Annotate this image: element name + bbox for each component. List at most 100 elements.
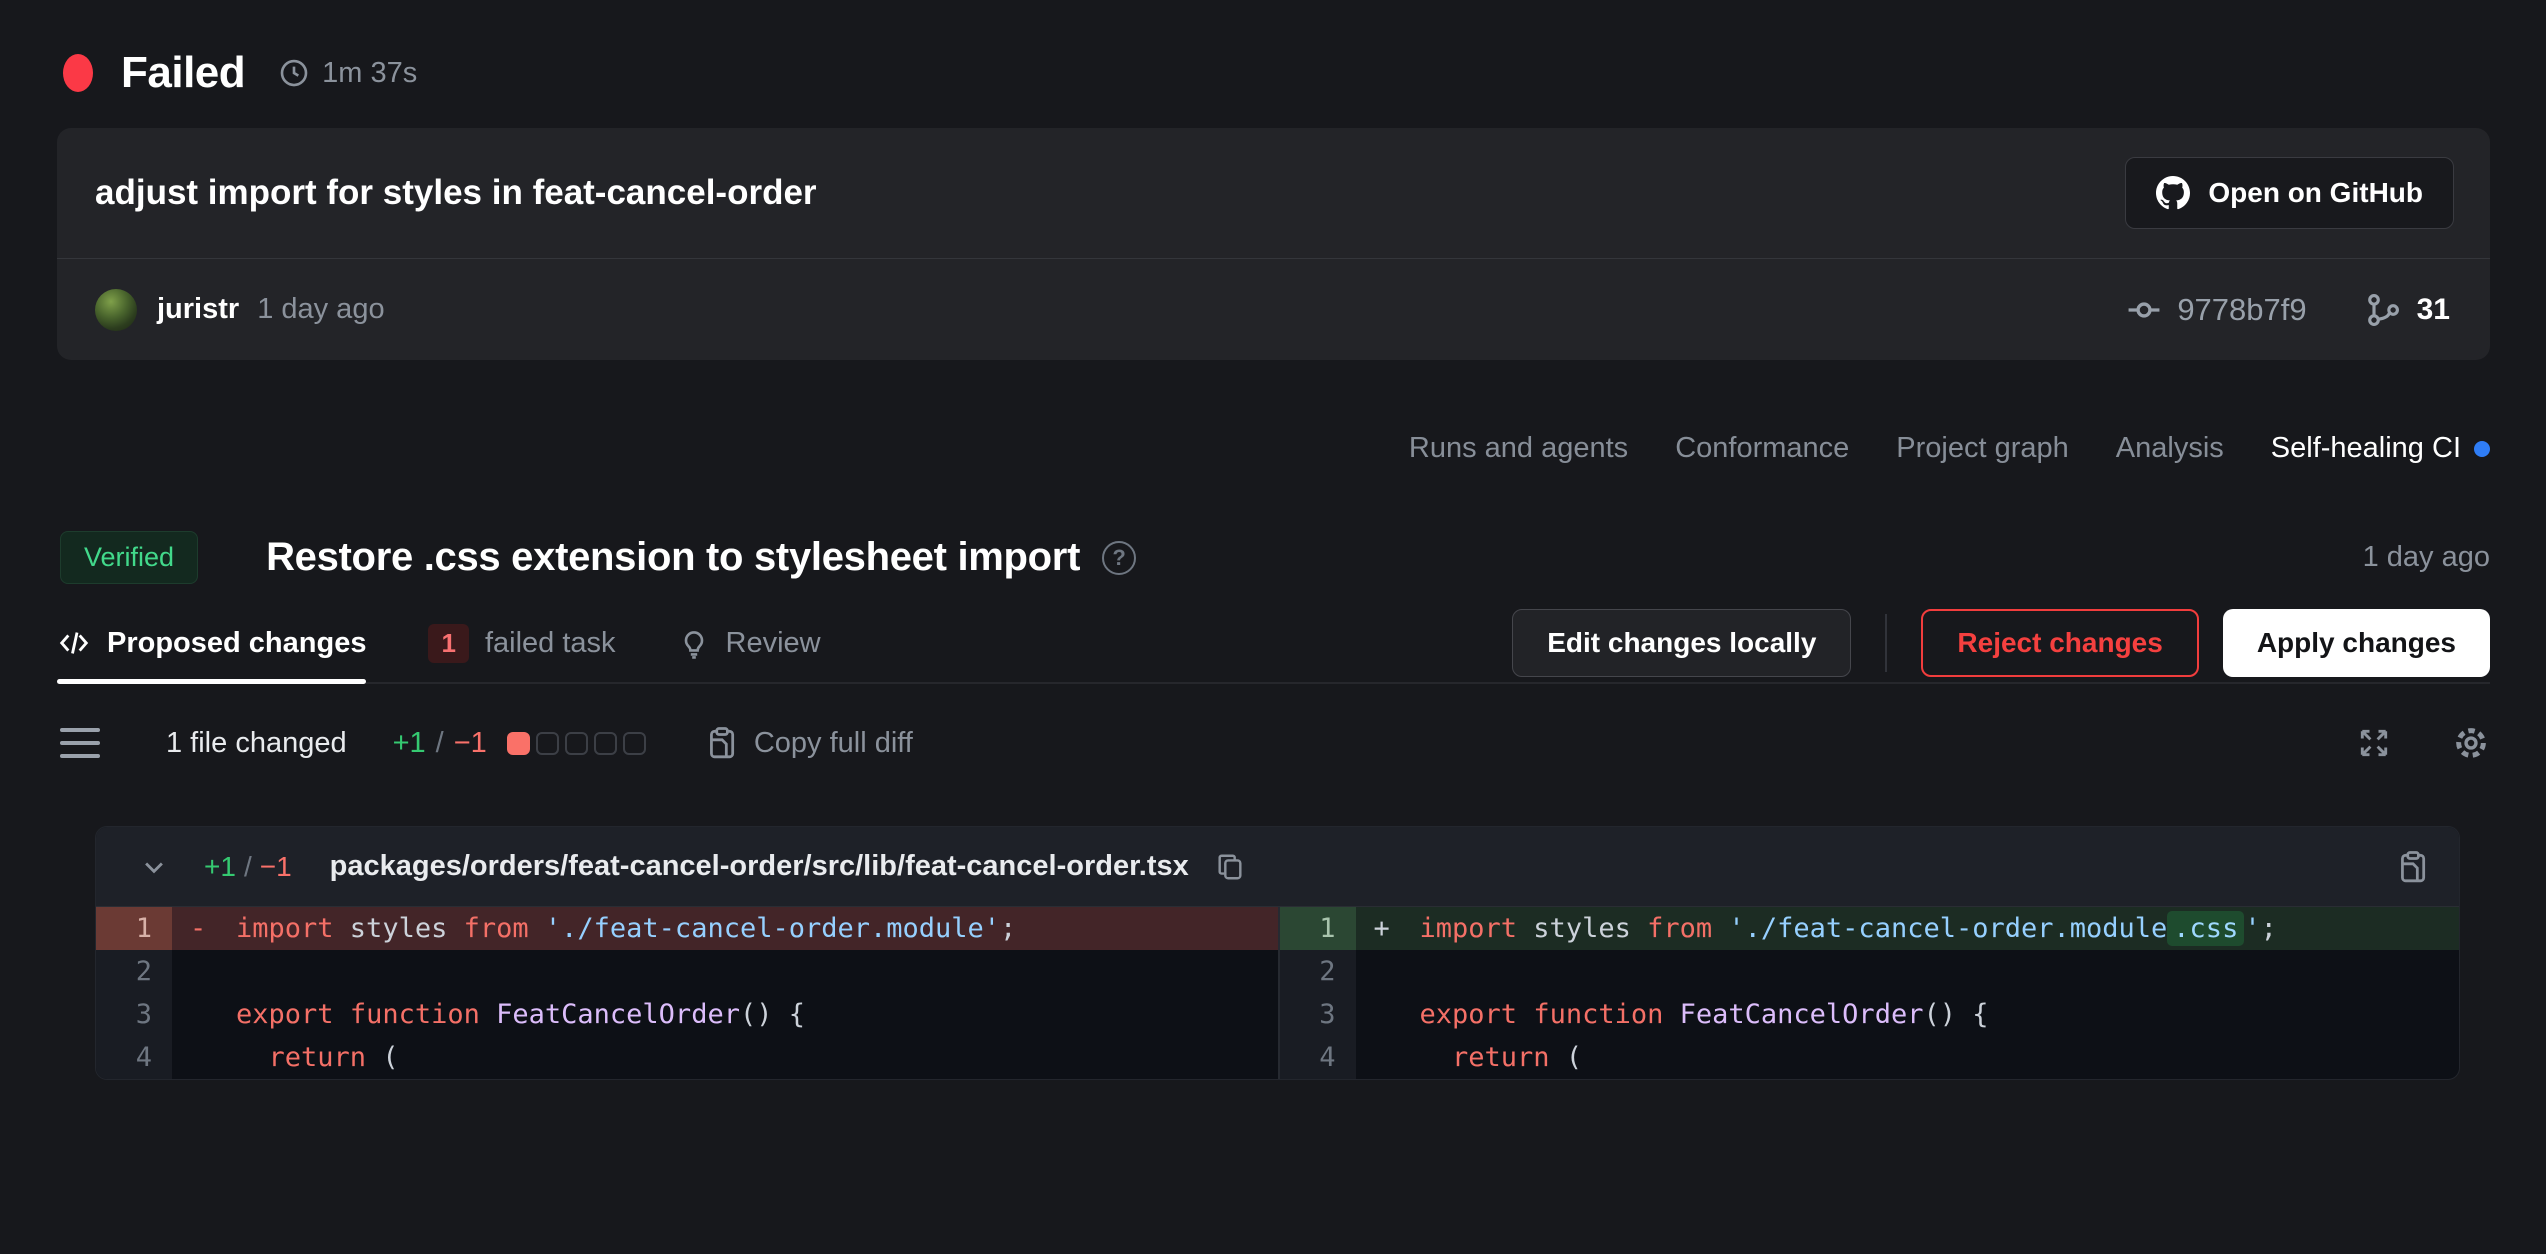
diff-line: 4 return ( [1280,1036,2460,1079]
expand-icon[interactable] [2356,725,2392,761]
diff-stat-square [594,732,617,755]
run-duration: 1m 37s [279,57,417,90]
tab-failed-task[interactable]: 1 failed task [428,604,615,682]
copy-full-diff-label: Copy full diff [754,727,913,760]
author-avatar [95,289,137,331]
duration-text: 1m 37s [322,57,417,90]
fix-time-ago: 1 day ago [2363,541,2490,574]
code-text: return ( [1356,1036,2460,1079]
run-count: 31 [2417,293,2450,327]
nav-label: Runs and agents [1409,432,1628,465]
diff-new-panel: 1+import styles from './feat-cancel-orde… [1278,907,2460,1079]
line-number: 4 [96,1036,172,1079]
tab-label: failed task [485,627,616,660]
stats-slash: / [436,727,444,760]
diff-toolbar: 1 file changed +1 / −1 Copy full diff [60,724,2490,762]
diff-line: 2 [1280,950,2460,993]
authored-ago: 1 day ago [257,293,384,326]
deletions-count: −1 [454,727,487,760]
line-number: 2 [96,950,172,993]
fix-tab-bar: Proposed changes 1 failed task Review Ed… [57,604,2490,684]
nav-label: Self-healing CI [2271,432,2461,465]
commit-sha-link[interactable]: 9778b7f9 [2125,291,2306,329]
edit-changes-locally-button[interactable]: Edit changes locally [1512,609,1851,677]
additions-count: +1 [393,727,426,760]
diff-old-panel: 1-import styles from './feat-cancel-orde… [96,907,1278,1079]
clipboard-icon [704,726,738,760]
diff-line: 1+import styles from './feat-cancel-orde… [1280,907,2460,950]
files-changed-label: 1 file changed [166,727,347,760]
diff-stat-square [536,732,559,755]
author-name: juristr [157,293,239,326]
diff-stat-square [623,732,646,755]
code-text [172,950,1278,993]
tab-label: Proposed changes [107,627,366,660]
code-text: export function FeatCancelOrder() { [172,993,1278,1036]
file-list-menu-icon[interactable] [60,728,100,758]
line-number: 1 [96,907,172,950]
active-nav-dot [2474,441,2490,457]
code-text [1356,950,2460,993]
commit-title: adjust import for styles in feat-cancel-… [95,173,817,213]
line-number: 2 [1280,950,1356,993]
diff-line: 3export function FeatCancelOrder() { [1280,993,2460,1036]
nav-conformance[interactable]: Conformance [1675,432,1849,465]
nav-label: Conformance [1675,432,1849,465]
diff-split-view: 1-import styles from './feat-cancel-orde… [96,907,2459,1079]
copy-file-diff-icon[interactable] [2395,850,2429,884]
file-deletions: −1 [260,851,292,883]
nav-runs-and-agents[interactable]: Runs and agents [1409,432,1628,465]
lightbulb-icon [678,627,710,659]
github-button-label: Open on GitHub [2208,177,2423,209]
fix-title: Restore .css extension to stylesheet imp… [266,535,1080,580]
diff-line: 2 [96,950,1278,993]
branch-icon [2365,292,2401,328]
code-icon [57,626,91,660]
actions-divider [1885,614,1887,672]
status-row: Failed 1m 37s [0,0,2546,98]
line-number: 3 [96,993,172,1036]
gear-icon[interactable] [2452,724,2490,762]
apply-changes-button[interactable]: Apply changes [2223,609,2490,677]
diff-file-card: +1 / −1 packages/orders/feat-cancel-orde… [95,826,2460,1080]
run-count-link[interactable]: 31 [2365,292,2450,328]
status-failed-dot [63,54,93,92]
failed-count-badge: 1 [428,624,468,663]
workspace-nav: Runs and agents Conformance Project grap… [0,432,2490,465]
help-icon[interactable]: ? [1102,541,1136,575]
nav-label: Analysis [2116,432,2224,465]
code-text: return ( [172,1036,1278,1079]
chevron-down-icon[interactable] [140,853,168,881]
line-number: 4 [1280,1036,1356,1079]
nav-analysis[interactable]: Analysis [2116,432,2224,465]
file-additions: +1 [204,851,236,883]
copy-path-icon[interactable] [1215,852,1245,882]
file-diff-stats: +1 / −1 [204,851,292,883]
fix-header: Verified Restore .css extension to style… [60,531,2490,584]
nav-self-healing-ci[interactable]: Self-healing CI [2271,432,2490,465]
diff-file-header: +1 / −1 packages/orders/feat-cancel-orde… [96,827,2459,907]
file-stats-slash: / [244,851,252,883]
diff-stat-square [565,732,588,755]
line-number: 1 [1280,907,1356,950]
tab-label: Review [726,627,821,660]
line-number: 3 [1280,993,1356,1036]
github-icon [2156,176,2190,210]
verified-badge: Verified [60,531,198,584]
tab-review[interactable]: Review [678,604,821,682]
diff-line: 3export function FeatCancelOrder() { [96,993,1278,1036]
tab-proposed-changes[interactable]: Proposed changes [57,604,366,682]
open-on-github-button[interactable]: Open on GitHub [2125,157,2454,229]
nav-label: Project graph [1896,432,2069,465]
commit-sha: 9778b7f9 [2177,292,2306,328]
status-label: Failed [121,48,245,98]
copy-full-diff-button[interactable]: Copy full diff [704,726,913,760]
reject-changes-button[interactable]: Reject changes [1921,609,2198,677]
code-text: export function FeatCancelOrder() { [1356,993,2460,1036]
clock-icon [279,58,309,88]
nav-project-graph[interactable]: Project graph [1896,432,2069,465]
code-text: -import styles from './feat-cancel-order… [172,907,1278,950]
file-path: packages/orders/feat-cancel-order/src/li… [330,850,1189,883]
commit-icon [2125,291,2163,329]
diff-line: 4 return ( [96,1036,1278,1079]
